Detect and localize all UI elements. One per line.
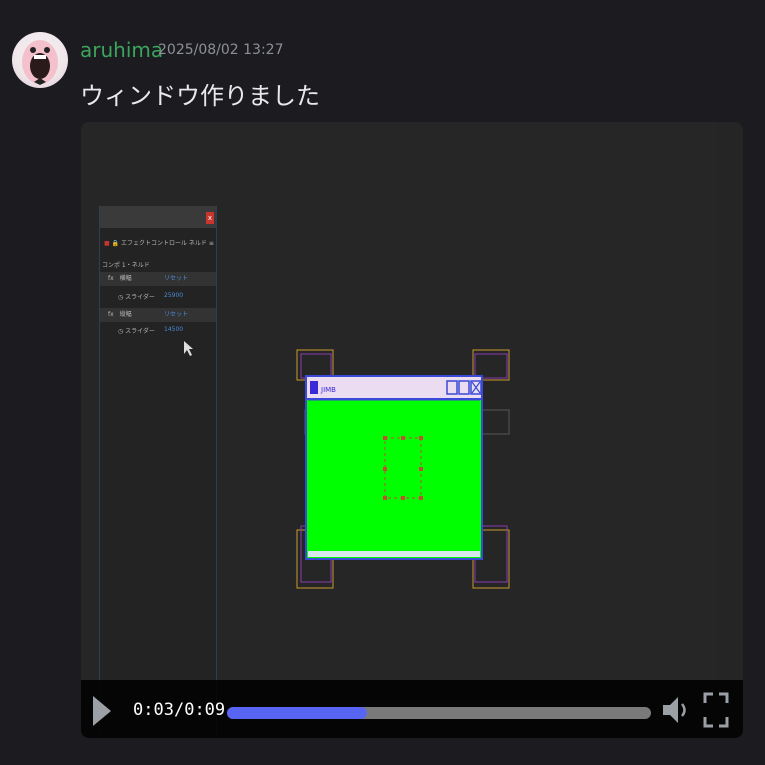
mouse-cursor-icon bbox=[184, 341, 193, 356]
time-display: 0:03/0:09 bbox=[133, 700, 225, 720]
preview-canvas: JIMB bbox=[184, 341, 510, 589]
selection-handle bbox=[419, 467, 423, 471]
avatar[interactable] bbox=[12, 32, 68, 88]
message-text: ウィンドウ作りました bbox=[80, 82, 320, 110]
timestamp: 2025/08/02 13:27 bbox=[158, 42, 284, 58]
progress-bar[interactable] bbox=[227, 707, 651, 719]
window-title: JIMB bbox=[320, 386, 336, 394]
window-statusbar bbox=[308, 551, 480, 557]
selection-handle bbox=[401, 496, 405, 500]
window-body bbox=[305, 375, 483, 560]
corner-guide-box bbox=[474, 353, 508, 379]
selection-handle bbox=[401, 436, 405, 440]
avatar-icon bbox=[22, 40, 58, 85]
selection-handle bbox=[383, 496, 387, 500]
username[interactable]: aruhima bbox=[80, 38, 163, 62]
selection-handle bbox=[383, 436, 387, 440]
fullscreen-icon[interactable] bbox=[703, 692, 729, 728]
selection-handle bbox=[383, 467, 387, 471]
volume-icon[interactable] bbox=[661, 694, 691, 726]
time-separator: / bbox=[173, 700, 185, 720]
window-app-icon bbox=[310, 381, 318, 394]
progress-fill bbox=[227, 707, 367, 719]
current-time: 0:03 bbox=[133, 700, 174, 720]
play-icon[interactable] bbox=[91, 694, 113, 728]
corner-guide-box bbox=[300, 353, 332, 379]
video-controls: 0:03/0:09 bbox=[81, 680, 743, 738]
selection-handle bbox=[419, 496, 423, 500]
selection-handle bbox=[419, 436, 423, 440]
video-frame: x ■ 🔒 エフェクトコントロール ネルド ≡ コンポ 1・ネルド fx 横幅 … bbox=[81, 122, 743, 738]
video-player[interactable]: x ■ 🔒 エフェクトコントロール ネルド ≡ コンポ 1・ネルド fx 横幅 … bbox=[81, 122, 743, 738]
duration: 0:09 bbox=[184, 700, 226, 720]
